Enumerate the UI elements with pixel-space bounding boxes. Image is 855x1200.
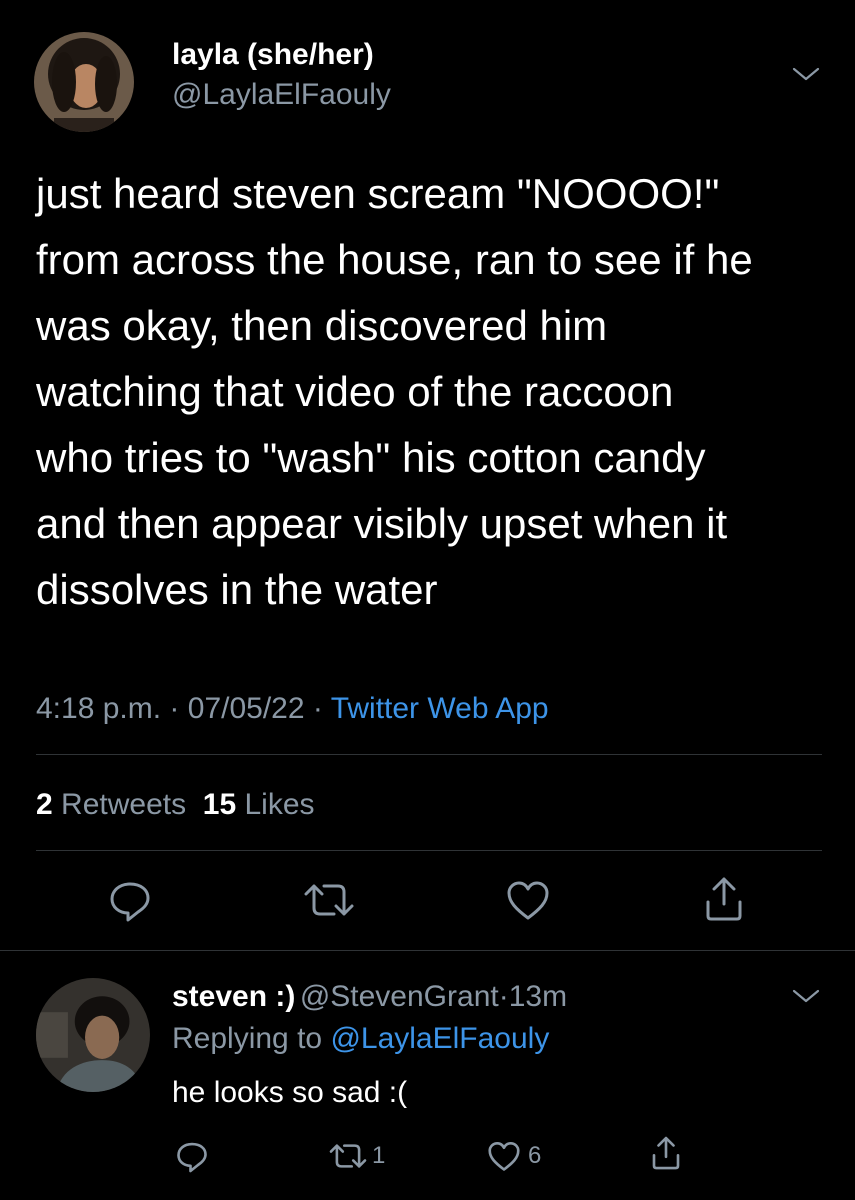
tweet-text-line: just heard steven scream "NOOOO!" [36,170,720,217]
tweet-source-link[interactable]: Twitter Web App [331,692,549,725]
share-icon[interactable] [648,1134,684,1172]
replying-to-mention[interactable]: @LaylaElFaouly [330,1022,549,1055]
retweets-label: Retweets [61,788,187,821]
tweet-date: 07/05/22 [187,692,305,725]
replying-to: Replying to @LaylaElFaouly [172,1022,549,1056]
reply-text: he looks so sad :( [172,1076,408,1109]
meta-separator: · [169,692,180,725]
reply-author-handle[interactable]: @StevenGrant [300,980,499,1013]
reply-header: steven :) @StevenGrant·13m [172,980,567,1014]
like-icon[interactable] [486,1138,522,1174]
divider [0,950,855,951]
tweet-text-line: and then appear visibly upset when it [36,500,728,547]
likes-stat[interactable]: 15 Likes [203,788,315,821]
reply-icon[interactable] [106,876,154,924]
tweet-text: just heard steven scream "NOOOO!" from a… [36,161,836,623]
tweet-time: 4:18 p.m. [36,692,162,725]
tweet-meta: 4:18 p.m. · 07/05/22 · Twitter Web App [36,692,549,726]
reply-author-avatar[interactable] [36,978,150,1092]
retweets-count: 2 [36,788,53,821]
chevron-down-icon[interactable] [791,64,821,84]
tweet-text-line: dissolves in the water [36,566,438,613]
reply-age: 13m [508,980,568,1013]
tweet-text-line: watching that video of the raccoon [36,368,674,415]
reply-like-count: 6 [528,1142,542,1169]
meta-separator: · [498,980,509,1013]
author-handle[interactable]: @LaylaElFaouly [172,78,391,112]
replying-to-prefix: Replying to [172,1022,323,1055]
author-avatar[interactable] [34,32,134,132]
retweet-icon[interactable] [328,1138,368,1174]
divider [36,754,822,755]
like-icon[interactable] [504,876,552,924]
reply-icon[interactable] [174,1138,210,1174]
chevron-down-icon[interactable] [791,986,821,1006]
divider [36,850,822,851]
tweet-text-line: who tries to "wash" his cotton candy [36,434,706,481]
likes-count: 15 [202,788,237,821]
reply-retweet-count: 1 [372,1142,386,1169]
retweet-icon[interactable] [302,876,356,924]
author-name[interactable]: layla (she/her) [172,38,374,72]
tweet-text-line: from across the house, ran to see if he [36,236,753,283]
tweet-stats: 2 Retweets 15 Likes [36,788,315,822]
reply-author-name[interactable]: steven :) [172,980,295,1013]
tweet-text-line: was okay, then discovered him [36,302,608,349]
retweets-stat[interactable]: 2 Retweets [36,788,186,821]
share-icon[interactable] [700,874,748,924]
likes-label: Likes [244,788,315,821]
meta-separator: · [312,692,323,725]
